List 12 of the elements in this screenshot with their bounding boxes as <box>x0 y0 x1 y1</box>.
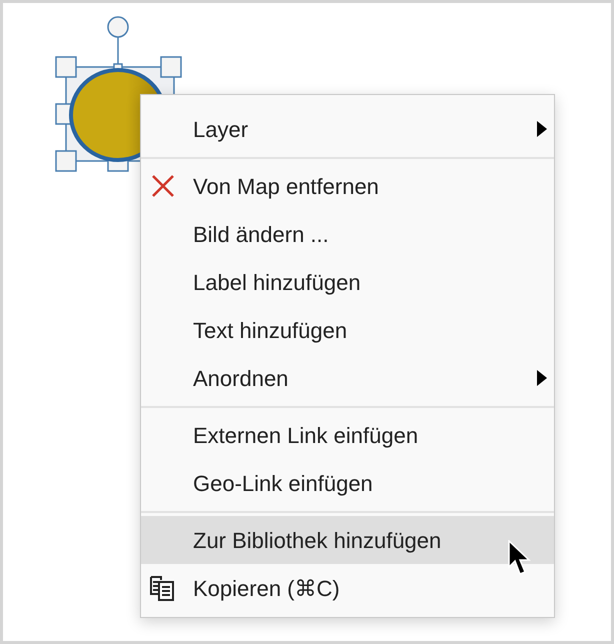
menu-item[interactable]: Layer <box>141 105 554 153</box>
menu-item[interactable]: Anordnen <box>141 354 554 402</box>
menu-item[interactable]: Text hinzufügen <box>141 306 554 354</box>
menu-item[interactable]: Label hinzufügen <box>141 258 554 306</box>
menu-item[interactable]: Bild ändern ... <box>141 210 554 258</box>
menu-item[interactable]: Externen Link einfügen <box>141 411 554 459</box>
menu-item[interactable]: Kopieren (⌘C) <box>141 564 554 612</box>
copy-icon <box>149 576 177 602</box>
close-icon <box>151 174 175 198</box>
menu-item[interactable]: Zur Bibliothek hinzufügen <box>141 516 554 564</box>
menu-item[interactable]: Von Map entfernen <box>141 162 554 210</box>
menu-item[interactable]: Geo-Link einfügen <box>141 459 554 507</box>
